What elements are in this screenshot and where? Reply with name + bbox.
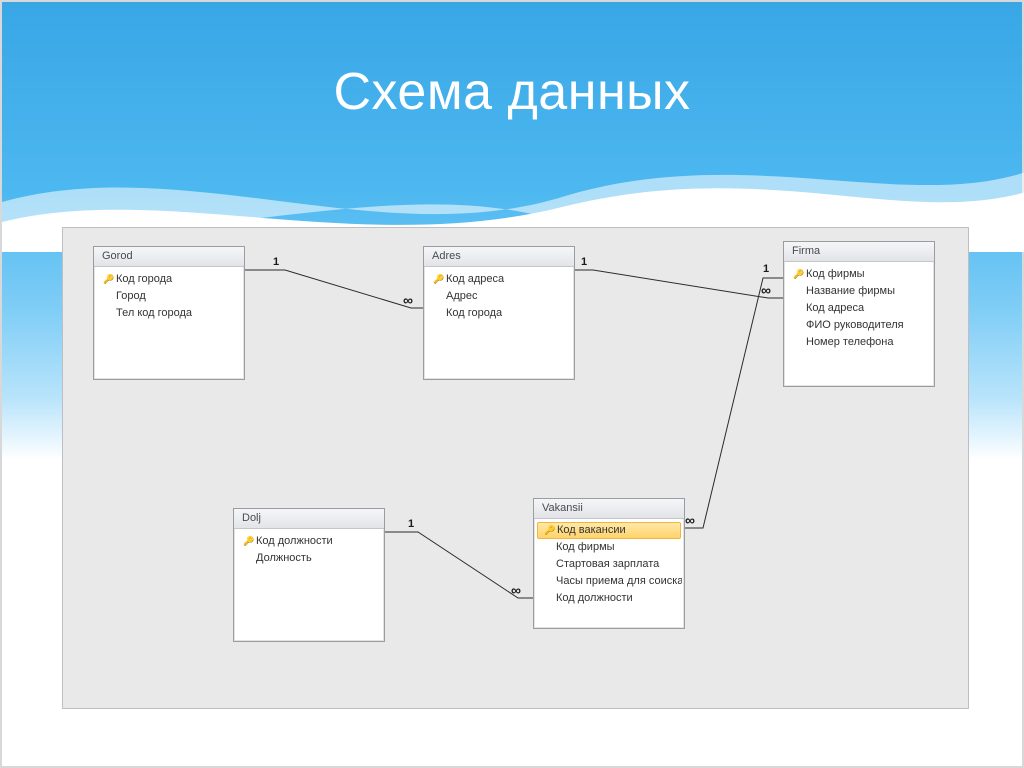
key-spacer: • [102,306,116,321]
table-field[interactable]: 🔑Код должности [236,533,382,550]
field-label: Номер телефона [806,335,893,350]
cardinality-many: ∞ [761,282,771,298]
cardinality-one: 1 [581,256,587,268]
slide-title: Схема данных [2,62,1022,122]
key-spacer: • [542,591,556,606]
table-header[interactable]: Gorod [94,247,244,267]
table-field-list: 🔑Код города•Город•Тел код города [94,267,244,379]
table-field[interactable]: •Должность [236,550,382,567]
key-spacer: • [792,301,806,316]
table-dolj[interactable]: Dolj🔑Код должности•Должность [233,508,385,642]
table-field[interactable]: 🔑Код адреса [426,271,572,288]
field-label: Часы приема для соискателей [556,574,682,589]
slide: Схема данных 1∞1∞1∞1∞ Gorod🔑Код города•Г… [0,0,1024,768]
field-label: Код фирмы [806,267,865,282]
table-header[interactable]: Firma [784,242,934,262]
field-label: Должность [256,551,312,566]
table-field[interactable]: •Код адреса [786,300,932,317]
cardinality-one: 1 [408,518,414,530]
key-spacer: • [792,318,806,333]
field-label: Код адреса [446,272,504,287]
key-spacer: • [242,551,256,566]
cardinality-one: 1 [763,263,769,275]
table-firma[interactable]: Firma🔑Код фирмы•Название фирмы•Код адрес… [783,241,935,387]
primary-key-icon: 🔑 [432,272,446,287]
table-field[interactable]: •Стартовая зарплата [536,556,682,573]
key-spacer: • [432,306,446,321]
table-field[interactable]: •Название фирмы [786,283,932,300]
key-spacer: • [542,574,556,589]
key-spacer: • [792,335,806,350]
primary-key-icon: 🔑 [543,523,557,538]
field-label: Код фирмы [556,540,615,555]
cardinality-many: ∞ [511,582,521,598]
table-field[interactable]: •Код города [426,305,572,322]
field-label: Название фирмы [806,284,895,299]
field-label: Код должности [256,534,333,549]
field-label: Код города [116,272,172,287]
field-label: Код должности [556,591,633,606]
table-field[interactable]: •Адрес [426,288,572,305]
table-field-list: 🔑Код должности•Должность [234,529,384,641]
table-header[interactable]: Dolj [234,509,384,529]
table-field[interactable]: 🔑Код фирмы [786,266,932,283]
field-label: Адрес [446,289,478,304]
table-field-list: 🔑Код адреса•Адрес•Код города [424,267,574,379]
field-label: Код адреса [806,301,864,316]
table-field[interactable]: •Часы приема для соискателей [536,573,682,590]
table-field[interactable]: 🔑Код города [96,271,242,288]
key-spacer: • [102,289,116,304]
key-spacer: • [432,289,446,304]
table-field-list: 🔑Код вакансии•Код фирмы•Стартовая зарпла… [534,519,684,628]
field-label: Город [116,289,146,304]
table-field[interactable]: •Город [96,288,242,305]
primary-key-icon: 🔑 [102,272,116,287]
field-label: Стартовая зарплата [556,557,659,572]
table-field[interactable]: •Код должности [536,590,682,607]
table-field-list: 🔑Код фирмы•Название фирмы•Код адреса•ФИО… [784,262,934,386]
table-field[interactable]: •Номер телефона [786,334,932,351]
field-label: ФИО руководителя [806,318,904,333]
table-field[interactable]: •Тел код города [96,305,242,322]
field-label: Код вакансии [557,523,626,538]
table-field[interactable]: 🔑Код вакансии [537,522,681,539]
table-field[interactable]: •ФИО руководителя [786,317,932,334]
table-vakansii[interactable]: Vakansii🔑Код вакансии•Код фирмы•Стартова… [533,498,685,629]
primary-key-icon: 🔑 [242,534,256,549]
table-field[interactable]: •Код фирмы [536,539,682,556]
cardinality-one: 1 [273,256,279,268]
primary-key-icon: 🔑 [792,267,806,282]
cardinality-many: ∞ [685,512,695,528]
key-spacer: • [542,557,556,572]
key-spacer: • [542,540,556,555]
field-label: Код города [446,306,502,321]
table-header[interactable]: Vakansii [534,499,684,519]
field-label: Тел код города [116,306,192,321]
table-gorod[interactable]: Gorod🔑Код города•Город•Тел код города [93,246,245,380]
table-header[interactable]: Adres [424,247,574,267]
key-spacer: • [792,284,806,299]
table-adres[interactable]: Adres🔑Код адреса•Адрес•Код города [423,246,575,380]
relationships-canvas[interactable]: 1∞1∞1∞1∞ Gorod🔑Код города•Город•Тел код … [62,227,969,709]
cardinality-many: ∞ [403,292,413,308]
